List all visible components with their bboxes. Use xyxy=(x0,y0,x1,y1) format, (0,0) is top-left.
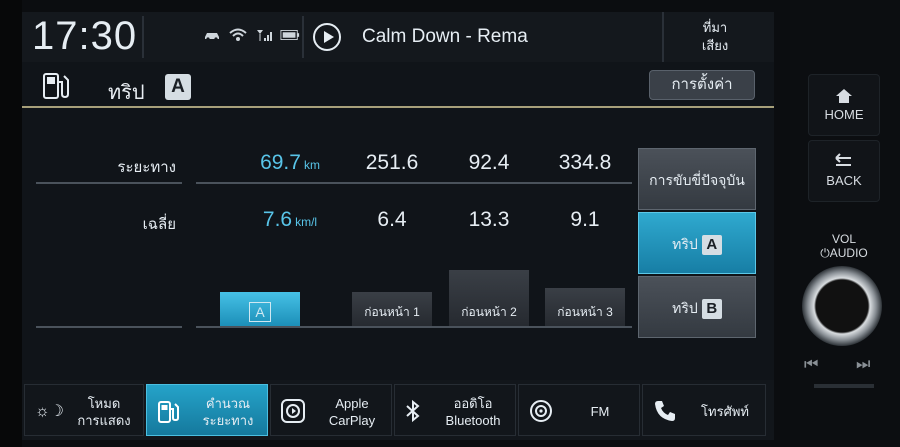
bar-prev2-label: ก่อนหน้า 2 xyxy=(461,305,517,319)
trip-a-badge: A xyxy=(701,235,722,256)
status-divider xyxy=(302,16,304,58)
menu-label: โทรศัพท์ xyxy=(701,404,749,419)
menu-label: ออดิโอ xyxy=(453,396,493,411)
signal-icon xyxy=(254,28,274,42)
bar-prev1: ก่อนหน้า 1 xyxy=(352,292,432,326)
menu-fm[interactable]: FM xyxy=(518,384,640,436)
audio-source-button[interactable]: ที่มา เสียง xyxy=(662,12,766,62)
play-icon[interactable] xyxy=(313,23,341,51)
trip-selector: การขับขี่ปัจจุบัน ทริป A ทริป B xyxy=(638,148,756,338)
now-playing-title[interactable]: Calm Down - Rema xyxy=(362,26,528,48)
menu-trip-calc[interactable]: คำนวณ ระยะทาง xyxy=(146,384,268,436)
baseline xyxy=(196,326,632,328)
phone-icon xyxy=(653,399,677,429)
settings-button[interactable]: การตั้งค่า xyxy=(649,70,755,100)
menu-label: FM xyxy=(590,404,610,419)
trip-b-badge: B xyxy=(701,299,722,320)
trip-b-label: ทริป xyxy=(672,300,698,316)
back-label: BACK xyxy=(826,173,862,188)
menu-label: CarPlay xyxy=(328,413,376,428)
battery-icon xyxy=(280,28,300,42)
clock: 17:30 xyxy=(32,14,138,58)
menu-phone[interactable]: โทรศัพท์ xyxy=(642,384,766,436)
fuel-pump-icon xyxy=(40,70,72,107)
average-current: 7.6 km/l xyxy=(262,208,318,231)
average-prev3: 9.1 xyxy=(570,208,600,231)
bar-current: A xyxy=(220,292,300,326)
radio-icon xyxy=(529,399,553,429)
menu-label: Bluetooth xyxy=(445,413,501,428)
trip-header: ทริป A การตั้งค่า xyxy=(22,64,774,108)
distance-prev2: 92.4 xyxy=(468,151,510,174)
baseline xyxy=(36,326,182,328)
page-title: ทริป xyxy=(108,82,145,104)
fuel-pump-icon xyxy=(157,399,181,431)
infotainment-screen: 17:30 Calm Down - Rema ที่มา เสียง ทริป … xyxy=(22,12,774,440)
table-divider xyxy=(36,182,182,184)
status-icons xyxy=(202,28,300,42)
bar-prev2: ก่อนหน้า 2 xyxy=(449,270,529,326)
average-prev2: 13.3 xyxy=(468,208,510,231)
trip-b-button[interactable]: ทริป B xyxy=(638,276,756,338)
bar-prev3-label: ก่อนหน้า 3 xyxy=(557,305,613,319)
menu-apple-carplay[interactable]: Apple CarPlay xyxy=(270,384,392,436)
distance-prev1: 251.6 xyxy=(365,151,419,174)
volume-knob[interactable] xyxy=(802,266,882,346)
trip-badge: A xyxy=(165,74,191,100)
trip-a-button[interactable]: ทริป A xyxy=(638,212,756,274)
source-label-line1: ที่มา xyxy=(702,20,728,35)
distance-current: 69.7 km xyxy=(260,151,320,174)
back-button[interactable]: BACK xyxy=(808,140,880,202)
bluetooth-icon xyxy=(405,399,421,429)
disc-slot xyxy=(814,384,874,388)
average-row-label: เฉลี่ย xyxy=(142,216,176,233)
power-icon: ⏻ xyxy=(820,246,830,260)
car-link-icon xyxy=(202,28,222,42)
menu-label: ระยะทาง xyxy=(202,413,254,428)
seek-forward-icon[interactable]: ⏭ xyxy=(856,356,870,374)
bar-prev3: ก่อนหน้า 3 xyxy=(545,288,625,326)
menu-bluetooth-audio[interactable]: ออดิโอ Bluetooth xyxy=(394,384,516,436)
menu-display-mode[interactable]: ☼☽ โหมด การแสดง xyxy=(24,384,144,436)
back-arrow-icon xyxy=(809,153,879,172)
vol-audio-label: VOL ⏻AUDIO xyxy=(808,232,880,260)
bar-prev1-label: ก่อนหน้า 1 xyxy=(364,305,420,319)
vol-label: VOL xyxy=(831,232,856,246)
table-divider xyxy=(196,182,632,184)
distance-prev3: 334.8 xyxy=(558,151,612,174)
day-night-icon: ☼☽ xyxy=(35,403,65,420)
menu-label: การแสดง xyxy=(77,413,131,428)
left-bezel xyxy=(0,0,22,447)
home-icon xyxy=(809,87,879,108)
status-bar: 17:30 Calm Down - Rema ที่มา เสียง xyxy=(22,12,774,62)
trip-a-label: ทริป xyxy=(672,236,698,252)
carplay-icon xyxy=(281,399,305,429)
status-divider xyxy=(142,16,144,58)
menu-label: Apple xyxy=(335,396,369,411)
average-prev1: 6.4 xyxy=(377,208,407,231)
bottom-menu: ☼☽ โหมด การแสดง คำนวณ ระยะทาง Apple CarP… xyxy=(22,380,774,440)
menu-label: คำนวณ xyxy=(205,396,251,411)
seek-back-icon[interactable]: ⏮ xyxy=(804,356,818,374)
menu-label: โหมด xyxy=(87,396,121,411)
home-button[interactable]: HOME xyxy=(808,74,880,136)
source-label-line2: เสียง xyxy=(701,38,729,53)
hardware-panel: HOME BACK VOL ⏻AUDIO ⏮ ⏭ xyxy=(790,0,900,447)
current-drive-button[interactable]: การขับขี่ปัจจุบัน xyxy=(638,148,756,210)
bar-current-badge: A xyxy=(249,302,271,322)
home-label: HOME xyxy=(824,107,864,122)
audio-label: AUDIO xyxy=(829,246,868,260)
wifi-icon xyxy=(228,28,248,42)
distance-row-label: ระยะทาง xyxy=(117,159,176,176)
